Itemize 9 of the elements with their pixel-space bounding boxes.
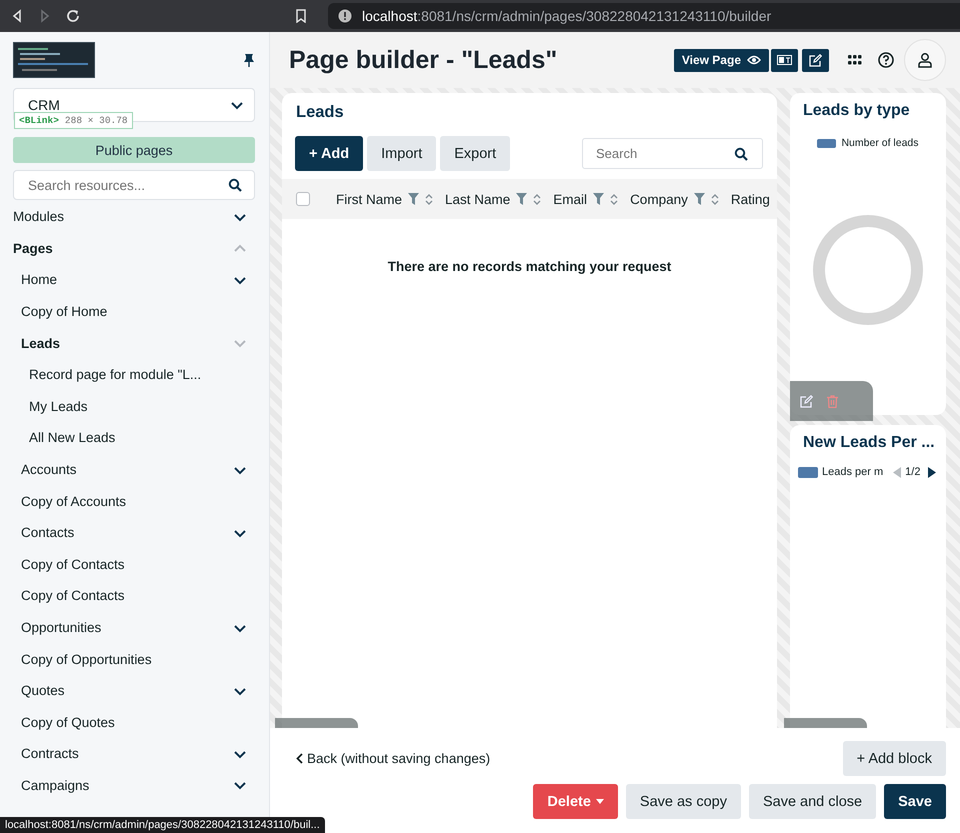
url-path: :8081/ns/crm/admin/pages/308228042131243110/builder [417,8,772,24]
status-url: localhost:8081/ns/crm/admin/pages/308228042131243110/buil... [0,817,325,833]
block-title: Leads [295,102,345,122]
block-title: New Leads Per ... [802,433,936,452]
empty-message: There are no records matching your request [386,259,672,274]
block-title: Leads by type [802,101,911,120]
page-indicator: 1/2 [905,466,920,478]
page-title: Page builder - "Leads" [289,46,558,74]
url-host: localhost [362,8,418,24]
